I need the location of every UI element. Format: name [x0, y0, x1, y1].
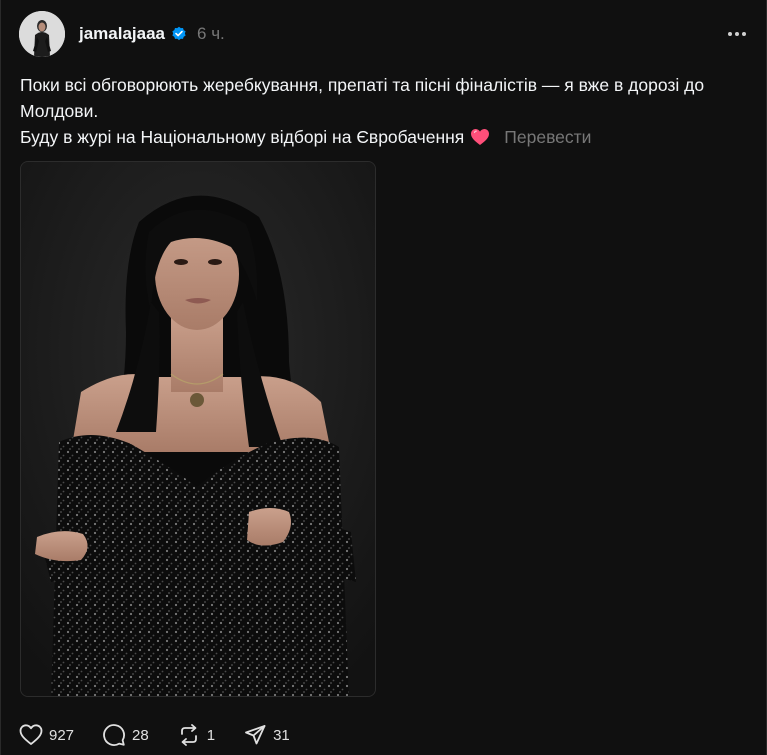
post-text-line-2: Буду в журі на Національному відборі на … — [20, 124, 750, 153]
heart-icon — [19, 724, 43, 745]
repost-icon — [180, 724, 197, 746]
post-text-line-2-content: Буду в журі на Національному відборі на … — [20, 127, 465, 147]
shares-count: 31 — [273, 726, 290, 744]
avatar-image — [19, 11, 65, 57]
portrait-image — [21, 162, 375, 696]
comment-icon — [103, 724, 125, 746]
comment-button[interactable]: 28 — [102, 723, 149, 747]
post-actions: 927 28 1 31 — [19, 721, 318, 749]
verified-badge-icon — [171, 26, 187, 42]
post-text-line-1: Поки всі обговорюють жеребкування, препа… — [20, 75, 705, 121]
share-icon — [245, 725, 266, 745]
share-button[interactable]: 31 — [243, 723, 290, 747]
heart-emoji — [470, 127, 490, 153]
comments-count: 28 — [132, 726, 149, 744]
more-options-icon[interactable] — [722, 20, 752, 48]
avatar[interactable] — [19, 11, 65, 57]
reposts-count: 1 — [206, 726, 216, 744]
username[interactable]: jamalajaaa — [79, 24, 165, 44]
like-button[interactable]: 927 — [19, 724, 74, 746]
post-photo[interactable] — [20, 161, 376, 697]
post-card: jamalajaaa 6 ч. Поки всі обговорюють жер… — [0, 0, 767, 755]
post-header: jamalajaaa 6 ч. — [79, 22, 225, 46]
translate-link[interactable]: Перевести — [504, 127, 591, 147]
post-text: Поки всі обговорюють жеребкування, препа… — [20, 72, 750, 153]
repost-button[interactable]: 1 — [177, 723, 215, 747]
likes-count: 927 — [49, 726, 75, 744]
post-timestamp: 6 ч. — [197, 24, 225, 43]
